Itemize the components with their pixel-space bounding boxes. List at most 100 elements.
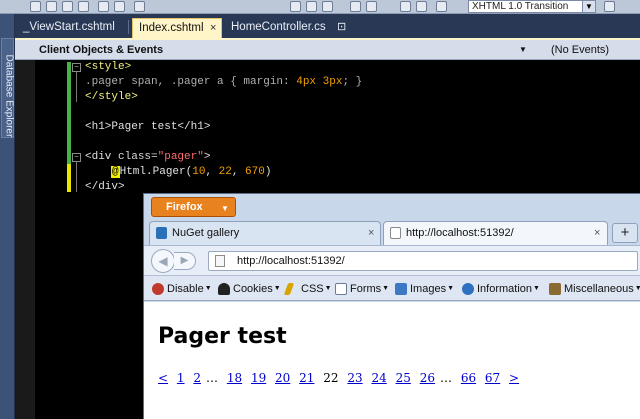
css-icon bbox=[283, 283, 295, 295]
pin-icon[interactable]: ⊡ bbox=[337, 18, 346, 37]
chevron-down-icon[interactable]: ▼ bbox=[582, 0, 596, 13]
code-line-8: @Html.Pager(10, 22, 670) bbox=[111, 166, 272, 178]
back-arrow-icon[interactable]: ◀ bbox=[151, 249, 175, 273]
pager-link[interactable]: 1 bbox=[177, 371, 185, 385]
outline-icon[interactable] bbox=[366, 1, 377, 12]
images-icon bbox=[395, 283, 407, 295]
url-bar[interactable]: http://localhost:51392/ bbox=[208, 251, 638, 271]
delete-icon[interactable] bbox=[78, 1, 89, 12]
page-heading: Pager test bbox=[158, 324, 287, 349]
comment-icon[interactable] bbox=[436, 1, 447, 12]
close-icon[interactable]: × bbox=[368, 222, 374, 244]
chevron-down-icon: ▼ bbox=[221, 204, 229, 213]
redo-icon[interactable] bbox=[114, 1, 125, 12]
miscellaneous-menu[interactable]: Miscellaneous▼ bbox=[549, 281, 640, 297]
code-line-9: </div> bbox=[85, 181, 125, 193]
url-text: http://localhost:51392/ bbox=[237, 255, 345, 267]
pager-link[interactable]: 24 bbox=[371, 371, 386, 385]
code-line-1: <style> bbox=[85, 61, 132, 73]
database-explorer-label: Database Explorer bbox=[3, 54, 15, 138]
images-menu[interactable]: Images▼ bbox=[395, 281, 454, 297]
paste-icon[interactable] bbox=[62, 1, 73, 12]
menu-label: Images bbox=[410, 283, 447, 295]
outdent-icon[interactable] bbox=[416, 1, 427, 12]
browser-tab-nuget[interactable]: NuGet gallery × bbox=[149, 221, 381, 245]
information-menu[interactable]: Information▼ bbox=[462, 281, 540, 297]
change-indicator bbox=[67, 62, 71, 164]
forward-arrow-icon[interactable]: ▶ bbox=[174, 252, 196, 270]
tab-label: HomeController.cs bbox=[231, 21, 326, 33]
chevron-down-icon[interactable]: ▼ bbox=[519, 43, 529, 57]
collapse-icon[interactable]: − bbox=[72, 153, 81, 162]
information-icon bbox=[462, 283, 474, 295]
pager-link[interactable]: 26 bbox=[420, 371, 435, 385]
undo-icon[interactable] bbox=[98, 1, 109, 12]
code-line-7: <div class="pager"> bbox=[85, 151, 211, 163]
forms-menu[interactable]: Forms▼ bbox=[335, 281, 389, 297]
pager-link[interactable]: 67 bbox=[485, 371, 500, 385]
collapse-icon[interactable]: − bbox=[72, 63, 81, 72]
change-indicator bbox=[67, 164, 71, 192]
code-line-3: </style> bbox=[85, 91, 138, 103]
css-menu[interactable]: CSS▼ bbox=[283, 281, 332, 297]
close-icon[interactable]: × bbox=[210, 19, 216, 38]
pager-link[interactable]: 66 bbox=[461, 371, 476, 385]
pager-link[interactable]: 25 bbox=[396, 371, 411, 385]
copy-icon[interactable] bbox=[46, 1, 57, 12]
pager-link[interactable]: 23 bbox=[347, 371, 362, 385]
miscellaneous-icon bbox=[549, 283, 561, 295]
settings-icon[interactable] bbox=[306, 1, 317, 12]
cookies-icon bbox=[218, 283, 230, 295]
browser-navigation-bar: ◀ ▶ http://localhost:51392/ bbox=[144, 245, 640, 275]
tab-label: Index.cshtml bbox=[139, 22, 204, 34]
pager-link[interactable]: 18 bbox=[227, 371, 242, 385]
tab-homecontroller[interactable]: HomeController.cs ⊡ bbox=[225, 18, 355, 38]
cut-icon[interactable] bbox=[30, 1, 41, 12]
disable-menu[interactable]: Disable▼ bbox=[152, 281, 212, 297]
pager-ellipsis: … bbox=[439, 371, 452, 385]
tab-index[interactable]: Index.cshtml × bbox=[132, 18, 222, 38]
stop-icon[interactable] bbox=[322, 1, 333, 12]
pager-prev-link[interactable]: < bbox=[158, 371, 168, 385]
pager-link[interactable]: 2 bbox=[193, 371, 201, 385]
pager-link[interactable]: 19 bbox=[251, 371, 266, 385]
page-content: Pager test < 1 2 … 18 19 20 21 22 23 24 2… bbox=[144, 302, 640, 419]
format-icon[interactable] bbox=[350, 1, 361, 12]
find-icon[interactable] bbox=[134, 1, 145, 12]
doctype-combo[interactable]: XHTML 1.0 Transition bbox=[468, 0, 596, 13]
close-icon[interactable]: × bbox=[594, 222, 600, 244]
tab-divider bbox=[128, 20, 129, 34]
pager-ellipsis: … bbox=[206, 371, 218, 385]
indent-icon[interactable] bbox=[400, 1, 411, 12]
browser-tab-label: http://localhost:51392/ bbox=[406, 227, 514, 239]
page-favicon-icon bbox=[390, 227, 401, 239]
pager-next-link[interactable]: > bbox=[509, 371, 519, 385]
outline-guide bbox=[76, 72, 77, 102]
cookies-menu[interactable]: Cookies▼ bbox=[218, 281, 281, 297]
page-icon bbox=[215, 255, 225, 267]
tab-viewstart[interactable]: _ViewStart.cshtml bbox=[17, 18, 125, 38]
browser-tab-label: NuGet gallery bbox=[172, 227, 240, 239]
pager: < 1 2 … 18 19 20 21 22 23 24 25 26 … 66 67… bbox=[158, 371, 524, 385]
event-dropdown[interactable]: (No Events) bbox=[533, 42, 639, 58]
web-developer-toolbar: Disable▼ Cookies▼ CSS▼ Forms▼ Images▼ In… bbox=[144, 275, 640, 301]
ide-toolbar: XHTML 1.0 Transition ▼ bbox=[0, 0, 640, 14]
pager-link[interactable]: 20 bbox=[275, 371, 290, 385]
object-dropdown[interactable]: Client Objects & Events bbox=[19, 42, 515, 58]
firefox-menu-button[interactable]: Firefox ▼ bbox=[151, 197, 236, 217]
editor-margin bbox=[15, 60, 35, 419]
code-line-5: <h1>Pager test</h1> bbox=[85, 121, 211, 133]
new-tab-button[interactable]: + bbox=[612, 223, 638, 243]
menu-label: Miscellaneous bbox=[564, 283, 634, 295]
firefox-window: Firefox ▼ NuGet gallery × http://localho… bbox=[143, 193, 640, 419]
validate-icon[interactable] bbox=[604, 1, 615, 12]
forms-icon bbox=[335, 283, 347, 295]
firefox-button-label: Firefox bbox=[166, 201, 203, 213]
browser-tab-localhost[interactable]: http://localhost:51392/ × bbox=[383, 221, 608, 245]
code-line-2: .pager span, .pager a { margin: 4px 3px;… bbox=[85, 76, 363, 88]
start-icon[interactable] bbox=[290, 1, 301, 12]
menu-label: Cookies bbox=[233, 283, 273, 295]
pager-current-page: 22 bbox=[323, 371, 339, 385]
pager-link[interactable]: 21 bbox=[299, 371, 314, 385]
database-explorer-tab[interactable]: Database Explorer bbox=[1, 38, 15, 138]
